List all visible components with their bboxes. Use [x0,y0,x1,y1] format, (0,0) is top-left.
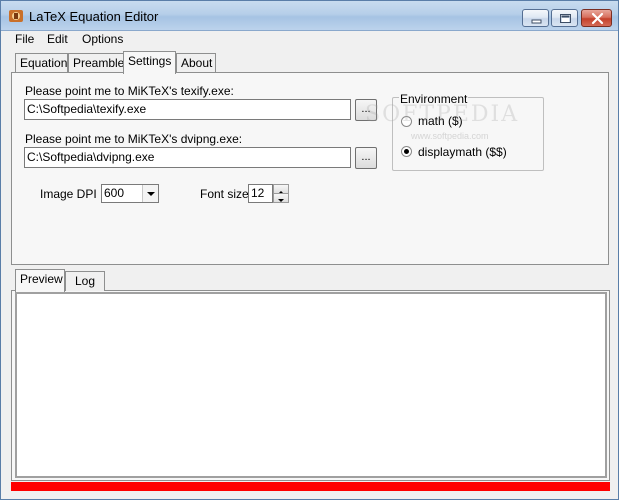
texify-browse-button[interactable]: ... [355,99,377,121]
font-size-label: Font size [200,187,249,201]
tab-settings[interactable]: Settings [123,51,176,74]
image-dpi-select[interactable]: 600 [101,184,159,203]
radio-displaymath[interactable] [401,146,412,157]
dvipng-browse-button[interactable]: ... [355,147,377,169]
font-size-input[interactable]: 12 [248,184,273,203]
dvipng-label: Please point me to MiKTeX's dvipng.exe: [25,132,243,146]
chevron-down-icon[interactable] [142,185,158,202]
preview-canvas[interactable] [15,292,607,478]
spin-down-button[interactable] [273,193,289,203]
image-dpi-value: 600 [104,186,125,200]
texify-path-input[interactable]: C:\Softpedia\texify.exe [24,99,351,120]
menu-bar: File Edit Options [1,31,618,49]
dvipng-path-input[interactable]: C:\Softpedia\dvipng.exe [24,147,351,168]
window-title: LaTeX Equation Editor [29,9,159,24]
texify-label: Please point me to MiKTeX's texify.exe: [25,84,234,98]
tab-preview[interactable]: Preview [15,269,65,292]
radio-math[interactable] [401,116,412,127]
environment-title: Environment [399,92,469,106]
title-bar[interactable]: LaTeX Equation Editor [1,1,618,31]
radio-math-label[interactable]: math ($) [418,114,463,128]
app-window: LaTeX Equation Editor File Edit Options … [0,0,619,500]
tab-log[interactable]: Log [65,271,105,291]
menu-options[interactable]: Options [78,32,127,46]
close-icon [591,12,604,25]
image-dpi-label: Image DPI [40,187,97,201]
app-icon [9,10,23,22]
maximize-icon [560,14,571,23]
menu-file[interactable]: File [11,32,38,46]
menu-edit[interactable]: Edit [43,32,72,46]
status-bar [11,482,610,491]
environment-group [392,97,544,171]
tab-preamble[interactable]: Preamble [68,53,124,73]
minimize-button[interactable] [522,9,549,27]
minimize-icon [531,19,542,24]
close-button[interactable] [581,9,612,27]
tab-equation[interactable]: Equation [15,53,68,73]
arrow-down-icon [278,199,284,202]
maximize-button[interactable] [551,9,578,27]
tab-about[interactable]: About [176,53,216,73]
radio-displaymath-label[interactable]: displaymath ($$) [418,145,507,159]
